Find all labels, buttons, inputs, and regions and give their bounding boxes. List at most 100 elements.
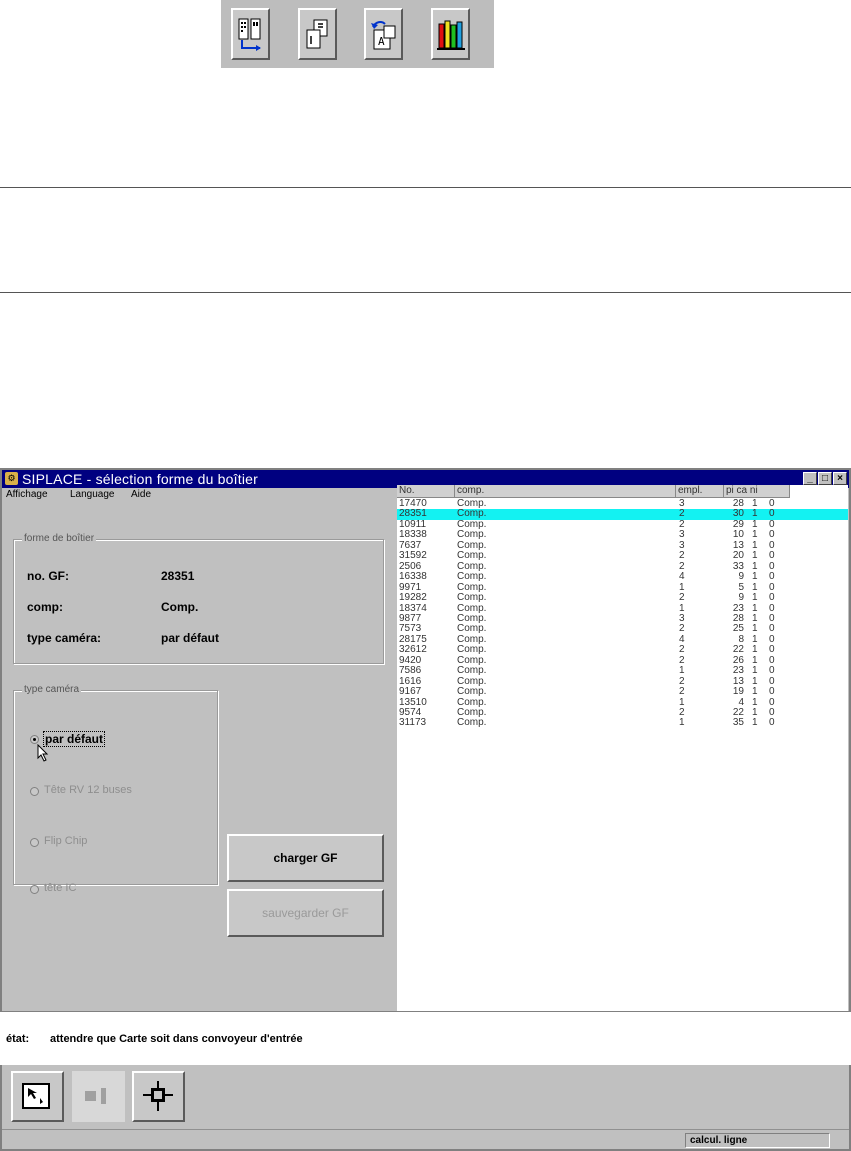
select-pointer-icon [22, 1083, 50, 1109]
refresh-document-button[interactable]: A [364, 8, 403, 60]
cell-no: 19282 [399, 592, 427, 604]
cell-comp: Comp. [457, 686, 487, 698]
cell-no: 7586 [399, 665, 422, 677]
save-gf-button[interactable]: sauvegarder GF [227, 889, 384, 937]
comp-value: Comp. [161, 600, 199, 614]
column-header-empl[interactable]: empl. [676, 485, 724, 498]
cell-ni: 0 [769, 717, 775, 729]
cell-empl: 4 [679, 571, 685, 583]
crosshair-chip-button[interactable] [132, 1071, 185, 1122]
cell-comp: Comp. [457, 602, 487, 614]
cell-pi: 20 [732, 550, 744, 562]
menu-language[interactable]: Language [70, 489, 115, 500]
cell-ca: 1 [752, 623, 758, 635]
app-icon: ⚙ [5, 472, 18, 485]
maximize-button[interactable]: □ [818, 472, 832, 485]
cell-empl: 1 [679, 665, 685, 677]
crosshair-chip-icon [143, 1081, 173, 1111]
radio-indicator [30, 885, 39, 894]
list-item[interactable]: 31173 Comp. 1 35 1 0 [397, 718, 848, 729]
cell-ni: 0 [769, 550, 775, 562]
status-bar: calcul. ligne [2, 1129, 849, 1149]
cell-pi: 10 [732, 529, 744, 541]
cell-comp: Comp. [457, 508, 487, 520]
cell-ni: 0 [769, 508, 775, 520]
form-groupbox: forme de boîtier [13, 533, 384, 664]
cell-ni: 0 [769, 644, 775, 656]
cell-ca: 1 [752, 529, 758, 541]
cell-empl: 2 [679, 550, 685, 562]
cell-comp: Comp. [457, 644, 487, 656]
library-button[interactable] [431, 8, 470, 60]
status-label: état: [6, 1033, 30, 1045]
component-block-icon [85, 1088, 106, 1104]
cell-ca: 1 [752, 550, 758, 562]
cell-comp: Comp. [457, 529, 487, 541]
cell-empl: 1 [679, 717, 685, 729]
comp-label: comp: [27, 600, 63, 614]
menu-aide[interactable]: Aide [131, 489, 151, 500]
cell-comp: Comp. [457, 592, 487, 604]
list-item[interactable]: 19282 Comp. 2 9 1 0 [397, 593, 848, 604]
window-title: SIPLACE - sélection forme du boîtier [22, 471, 258, 487]
column-header-no[interactable]: No. [397, 485, 455, 498]
radio-label: Flip Chip [44, 835, 88, 847]
column-header-comp[interactable]: comp. [455, 485, 676, 498]
cell-empl: 1 [679, 602, 685, 614]
cell-comp: Comp. [457, 550, 487, 562]
cell-comp: Comp. [457, 571, 487, 583]
cell-ca: 1 [752, 592, 758, 604]
cell-ni: 0 [769, 592, 775, 604]
radio-indicator [30, 838, 39, 847]
cell-pi: 23 [732, 665, 744, 677]
cell-no: 9167 [399, 686, 422, 698]
divider-top [0, 187, 851, 188]
cell-pi: 22 [732, 644, 744, 656]
column-header-pi-ca-ni[interactable]: pi ca ni [724, 485, 790, 498]
radio-label: par défaut [42, 731, 106, 747]
cell-no: 16338 [399, 571, 427, 583]
cell-empl: 3 [679, 529, 685, 541]
cell-pi: 9 [738, 592, 744, 604]
component-page-button[interactable] [298, 8, 337, 60]
radio-indicator [30, 787, 39, 796]
radio-label: Tête RV 12 buses [44, 784, 132, 796]
cell-no: 31173 [399, 717, 427, 729]
close-button[interactable]: × [833, 472, 847, 485]
cell-comp: Comp. [457, 623, 487, 635]
top-toolbar: A [221, 0, 494, 68]
radio-label: tête IC [44, 882, 77, 894]
select-pointer-button[interactable] [11, 1071, 64, 1122]
status-field: calcul. ligne [685, 1133, 830, 1148]
cell-pi: 19 [732, 686, 744, 698]
cell-ca: 1 [752, 717, 758, 729]
cell-ca: 1 [752, 644, 758, 656]
no-gf-label: no. GF: [27, 569, 69, 583]
load-gf-button[interactable]: charger GF [227, 834, 384, 882]
menu-affichage[interactable]: Affichage [6, 489, 48, 500]
component-block-button[interactable] [72, 1071, 125, 1122]
cell-ni: 0 [769, 686, 775, 698]
cell-empl: 2 [679, 623, 685, 635]
cell-pi: 35 [732, 717, 744, 729]
cell-empl: 2 [679, 644, 685, 656]
cell-ca: 1 [752, 508, 758, 520]
cell-ni: 0 [769, 623, 775, 635]
minimize-button[interactable]: _ [803, 472, 817, 485]
camera-group-label: type caméra [22, 684, 82, 695]
cell-ni: 0 [769, 529, 775, 541]
cell-comp: Comp. [457, 717, 487, 729]
cell-ni: 0 [769, 602, 775, 614]
cell-pi: 9 [738, 571, 744, 583]
cell-pi: 30 [732, 508, 744, 520]
camera-type-value: par défaut [161, 631, 220, 645]
cell-ca: 1 [752, 602, 758, 614]
component-list[interactable]: No. comp. empl. pi ca ni 17470 Comp. 3 28 1 0… [397, 485, 848, 1011]
library-books-icon [437, 20, 465, 50]
board-layout-button[interactable] [231, 8, 270, 60]
cell-no: 28351 [399, 508, 427, 520]
refresh-document-icon: A [371, 21, 396, 50]
cell-no: 32612 [399, 644, 427, 656]
cell-ca: 1 [752, 571, 758, 583]
bottom-toolbar [2, 1065, 849, 1129]
